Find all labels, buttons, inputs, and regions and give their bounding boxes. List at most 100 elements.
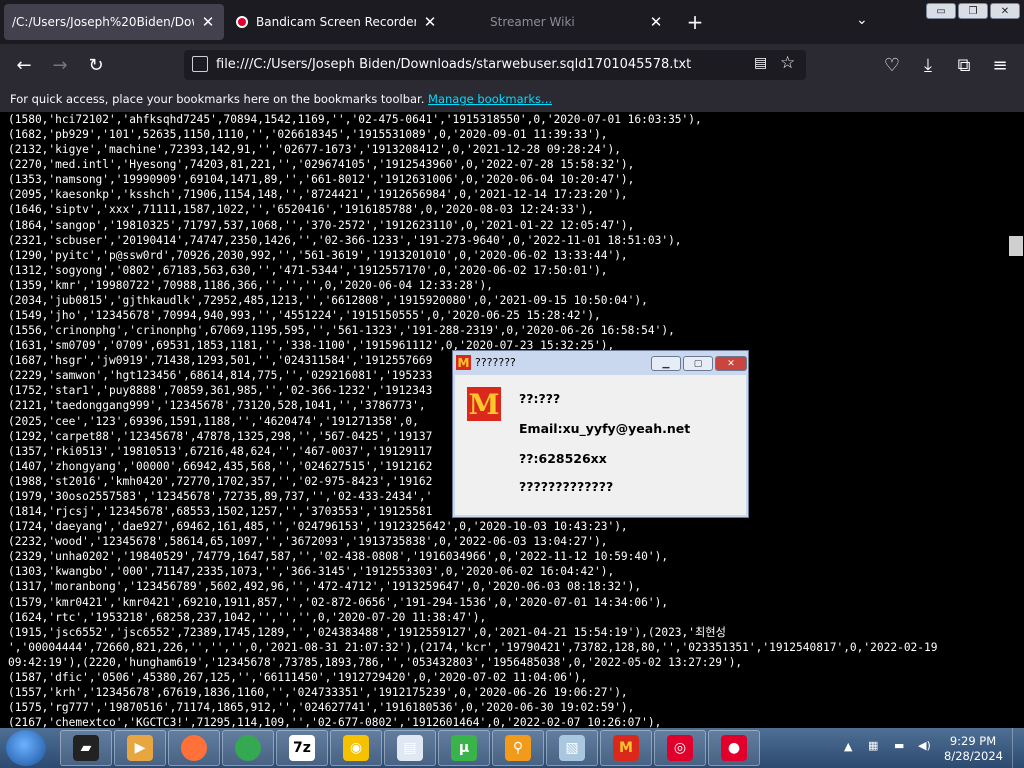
volume-icon[interactable]: ◀) xyxy=(918,739,931,752)
dialog-line: ??:628526xx xyxy=(519,451,607,466)
tab-close-icon[interactable]: ✕ xyxy=(200,13,216,31)
reload-icon[interactable]: ↻ xyxy=(84,53,108,77)
mcdonalds-logo-icon: M xyxy=(467,387,501,421)
file-line: ','00004444',72660,821,226,'','','',0,'2… xyxy=(8,640,938,654)
window-minimize-button[interactable]: ▭ xyxy=(926,3,956,19)
file-line: (1724,'daeyang','dae927',69462,161,485,'… xyxy=(8,520,628,534)
taskbar-bandicam-button[interactable]: ◎ xyxy=(654,730,706,766)
dialog-line: Email:xu_yyfy@yeah.net xyxy=(519,421,691,436)
tab-local-file[interactable]: /C:/Users/Joseph%20Biden/Downlo ✕ xyxy=(4,4,224,40)
file-line: (1646,'siptv','xxx',71111,1587,1022,'','… xyxy=(8,203,594,217)
file-line: (1290,'pyitc','p@ssw0rd',70926,2030,992,… xyxy=(8,248,628,262)
desktop-app-icon: ▰ xyxy=(73,735,99,761)
file-line: (2232,'wood','12345678',58614,65,1097,''… xyxy=(8,535,608,549)
dialog-title: ??????? xyxy=(475,356,516,369)
reader-view-icon[interactable]: ▤ xyxy=(754,55,767,71)
chrome-icon xyxy=(235,735,261,761)
manage-bookmarks-link[interactable]: Manage bookmarks... xyxy=(428,92,552,106)
taskbar-chrome-button[interactable] xyxy=(222,730,274,766)
new-tab-plus-icon[interactable]: + xyxy=(684,10,706,34)
network-icon[interactable]: ▦ xyxy=(868,739,878,752)
mcdonalds-small-icon: M xyxy=(456,355,471,370)
taskbar-screen-tool-button[interactable]: ▧ xyxy=(546,730,598,766)
taskbar-search-tool-button[interactable]: ⚲ xyxy=(492,730,544,766)
file-line: (2270,'med.intl','Hyesong',74203,81,221,… xyxy=(8,158,635,172)
bookmarks-toolbar: For quick access, place your bookmarks h… xyxy=(0,86,1024,112)
address-bar[interactable]: file:///C:/Users/Joseph Biden/Downloads/… xyxy=(184,50,806,80)
taskbar-notepad-button[interactable]: ▤ xyxy=(384,730,436,766)
file-line: (2095,'kaesonkp','ksshch',71906,1154,148… xyxy=(8,188,628,202)
taskbar-desktop-app-button[interactable]: ▰ xyxy=(60,730,112,766)
file-line: (1353,'namsong','19990909',69104,1471,89… xyxy=(8,173,635,187)
window-restore-button[interactable]: ❐ xyxy=(958,3,988,19)
scrollbar-thumb[interactable] xyxy=(1009,236,1023,256)
dialog-minimize-button[interactable]: ▁ xyxy=(651,356,681,371)
taskbar-clock[interactable]: 9:29 PM 8/28/2024 xyxy=(944,734,1003,764)
media-player-icon: ▶ xyxy=(127,735,153,761)
clock-time: 9:29 PM xyxy=(949,734,997,748)
file-line: (1312,'sogyong','0802',67183,563,630,'',… xyxy=(8,263,608,277)
file-line: (1575,'rg777','19870516',71174,1865,912,… xyxy=(8,701,635,715)
taskbar-utorrent-button[interactable]: µ xyxy=(438,730,490,766)
file-line: (1587,'dfic','0506',45380,267,125,'','66… xyxy=(8,670,588,684)
file-line: (1864,'sangop','19810325',71797,537,1068… xyxy=(8,218,635,232)
extensions-icon[interactable]: ⧉ xyxy=(952,53,976,77)
taskbar-bandicam-cam-button[interactable]: ◉ xyxy=(330,730,382,766)
tray-expand-icon[interactable]: ▲ xyxy=(844,740,852,753)
dialog-maximize-button[interactable]: ▢ xyxy=(683,356,713,371)
7zip-icon: 7z xyxy=(289,735,315,761)
popup-dialog: M ??????? ▁ ▢ ✕ M ??:??? Email:xu_yyfy@y… xyxy=(452,350,749,518)
tab-close-icon[interactable]: ✕ xyxy=(422,13,438,31)
display-icon[interactable]: ▬ xyxy=(894,739,904,752)
window-close-button[interactable]: ✕ xyxy=(990,3,1020,19)
url-text[interactable]: file:///C:/Users/Joseph Biden/Downloads/… xyxy=(216,57,691,72)
tab-streamer-wiki[interactable]: Streamer Wiki ✕ xyxy=(450,4,672,40)
dialog-line: ??:??? xyxy=(519,391,561,406)
tab-title: Bandicam Screen Recorder Do xyxy=(256,15,416,29)
downloads-icon[interactable]: ⤓ xyxy=(916,53,940,77)
file-line: (1359,'kmr','19980722',70988,1186,366,''… xyxy=(8,278,493,292)
file-line: (2132,'kigye','machine',72393,142,91,'',… xyxy=(8,143,621,157)
pocket-icon[interactable]: ♡ xyxy=(880,53,904,77)
firefox-icon xyxy=(181,735,207,761)
bandicam-cam-icon: ◉ xyxy=(343,735,369,761)
file-line: (1915,'jsc6552','jsc6552',72389,1745,128… xyxy=(8,625,726,639)
taskbar-recorder-button[interactable]: ● xyxy=(708,730,760,766)
back-arrow-icon[interactable]: ← xyxy=(12,53,36,77)
dialog-body: M ??:??? Email:xu_yyfy@yeah.net ??:62852… xyxy=(455,375,746,515)
taskbar-7zip-button[interactable]: 7z xyxy=(276,730,328,766)
show-desktop-button[interactable] xyxy=(1012,728,1024,768)
taskbar-media-player-button[interactable]: ▶ xyxy=(114,730,166,766)
dialog-close-button[interactable]: ✕ xyxy=(715,356,747,371)
screen-tool-icon: ▧ xyxy=(559,735,585,761)
utorrent-icon: µ xyxy=(451,735,477,761)
tab-strip: /C:/Users/Joseph%20Biden/Downlo ✕ Bandic… xyxy=(0,0,1024,44)
file-icon xyxy=(192,56,208,72)
mcdonalds-app-icon: M xyxy=(613,735,639,761)
windows-taskbar: ▰ ▶ 7z ◉ ▤ µ ⚲ ▧ M ◎ ● ▲ ▦ ▬ ◀) 9:29 PM 8/28/2024 xyxy=(0,728,1024,768)
file-line: (1579,'kmr0421','kmr0421',69210,1911,857… xyxy=(8,595,669,609)
file-line: (1682,'pb929','101',52635,1150,1110,'','… xyxy=(8,128,608,142)
tab-close-icon[interactable]: ✕ xyxy=(648,13,664,31)
file-line: (2329,'unha0202','19840529',74779,1647,5… xyxy=(8,550,669,564)
list-tabs-chevron-icon[interactable]: ⌄ xyxy=(856,12,868,28)
search-tool-icon: ⚲ xyxy=(505,735,531,761)
forward-arrow-icon[interactable]: → xyxy=(48,53,72,77)
dialog-titlebar[interactable]: M ??????? ▁ ▢ ✕ xyxy=(455,353,747,373)
bandicam-icon: ◎ xyxy=(667,735,693,761)
start-button-windows-icon[interactable] xyxy=(6,730,46,766)
file-line: (1317,'moranbong','123456789',5602,492,9… xyxy=(8,580,642,594)
clock-date: 8/28/2024 xyxy=(944,749,1003,763)
tab-bandicam[interactable]: Bandicam Screen Recorder Do ✕ xyxy=(228,4,446,40)
menu-hamburger-icon[interactable]: ≡ xyxy=(988,53,1012,77)
file-line: (1557,'krh','12345678',67619,1836,1160,'… xyxy=(8,685,628,699)
file-line: (1556,'crinonphg','crinonphg',67069,1195… xyxy=(8,324,675,338)
file-line: (2321,'scbuser','20190414',74747,2350,14… xyxy=(8,233,682,247)
bookmarks-message: For quick access, place your bookmarks h… xyxy=(10,92,425,106)
taskbar-firefox-button[interactable] xyxy=(168,730,220,766)
taskbar-mcdonalds-app-button[interactable]: M xyxy=(600,730,652,766)
bookmark-star-icon[interactable]: ☆ xyxy=(780,53,795,73)
vertical-scrollbar[interactable] xyxy=(1008,112,1024,728)
recorder-icon: ● xyxy=(721,735,747,761)
file-line: (2034,'jub0815','gjthkaudlk',72952,485,1… xyxy=(8,293,648,307)
